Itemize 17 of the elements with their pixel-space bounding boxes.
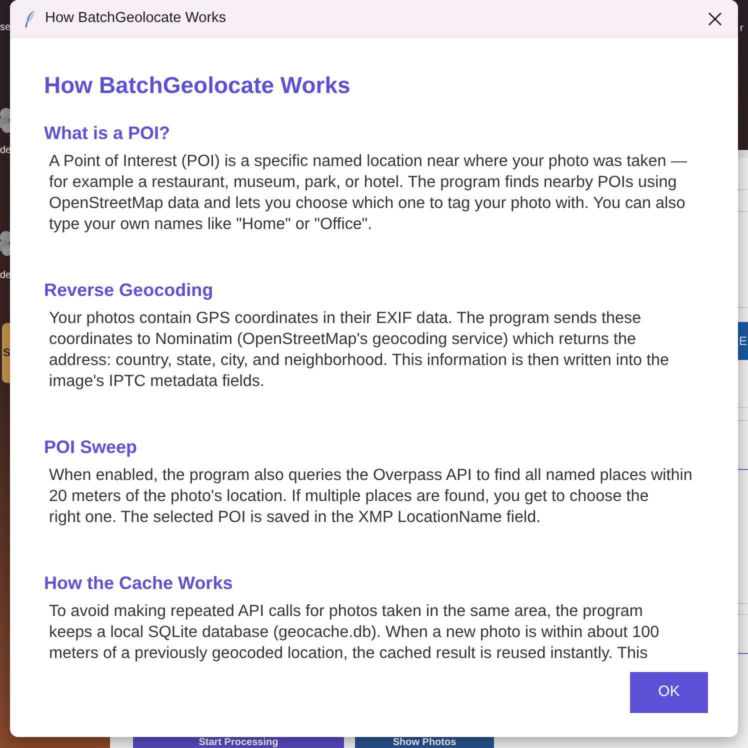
dialog-heading: How BatchGeolocate Works <box>44 71 352 99</box>
section-heading: What is a POI? <box>44 122 172 145</box>
section-heading: How the Cache Works <box>44 572 234 595</box>
section-heading: POI Sweep <box>44 436 138 459</box>
section-text: When enabled, the program also queries the Overpass API to find all named places within 20 meters of the photo's location. If multiple places are found, you get to choose the right one. The selected POI is saved in the XMP LocationName field. <box>49 465 694 528</box>
section-heading: Reverse Geocoding <box>44 279 214 302</box>
ok-button[interactable]: OK <box>630 672 708 713</box>
desktop-icon-label: se <box>0 21 11 35</box>
feather-icon <box>25 10 35 28</box>
desktop-icon-label: de <box>0 144 12 158</box>
section-text: To avoid making repeated API calls for photos taken in the same area, the program keeps a local SQLite database (geocache.db). When a new photo is within about 100 meters of a previously geocoded location, the cached result is reused instantly. This <box>49 601 660 664</box>
desktop-icon-label: r <box>740 22 744 36</box>
window-title: How BatchGeolocate Works <box>45 8 226 28</box>
close-icon <box>708 12 722 26</box>
section-text: A Point of Interest (POI) is a specific named location near where your photo was taken — for example a restaurant, museum, park, or hotel. The program finds nearby POIs using OpenStreetMap data and lets you choose which one to tag your photo with. You can also type your own names like "Home" or "Office". <box>49 151 688 235</box>
section-text: Your photos contain GPS coordinates in their EXIF data. The program sends these coordinates to Nominatim (OpenStreetMap's geocoding service) which returns the address: country, state, city, and neighborhood. This information is then written into the image's IPTC metadata fields. <box>49 308 670 392</box>
desktop-icon-label: de <box>0 269 12 283</box>
